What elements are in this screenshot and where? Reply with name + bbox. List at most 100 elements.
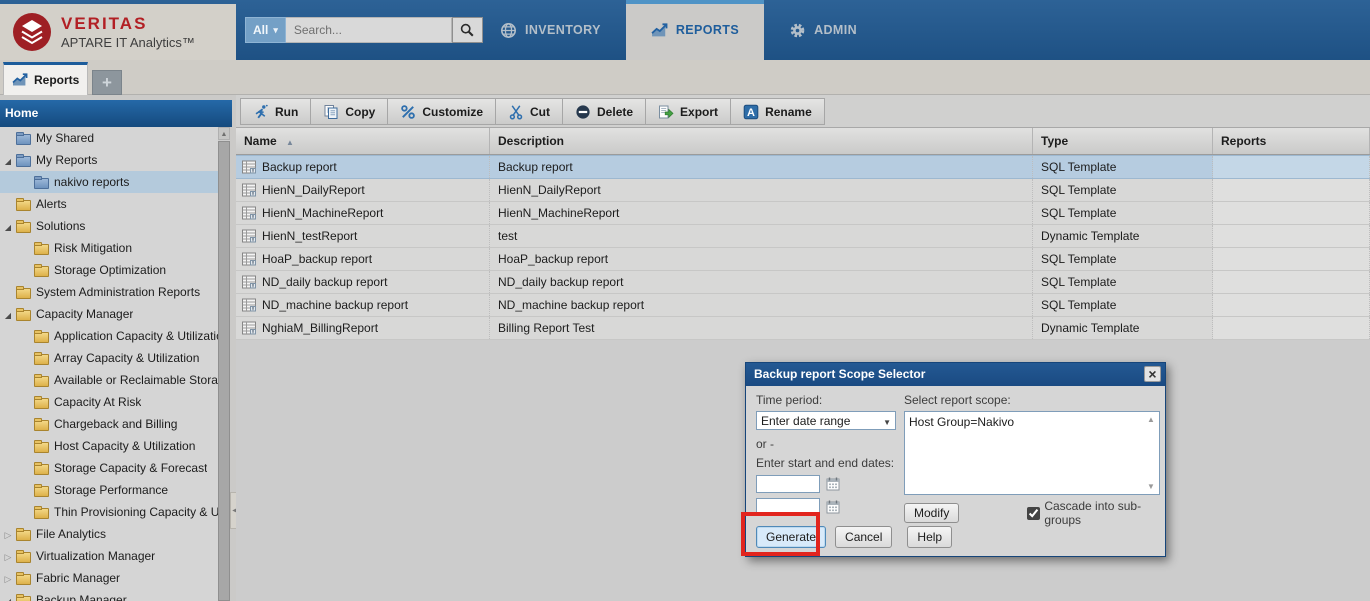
- sidebar-item-alerts[interactable]: Alerts: [0, 193, 218, 215]
- report-toolbar: Run Copy Customize Cut Delete Export Ren…: [236, 95, 1370, 128]
- scroll-up-icon[interactable]: [218, 127, 230, 140]
- sidebar-item-my-reports[interactable]: My Reports: [0, 149, 218, 171]
- cascade-checkbox[interactable]: [1027, 507, 1040, 520]
- folder-icon: [34, 486, 49, 497]
- nav-tab-admin[interactable]: ADMIN: [764, 0, 882, 60]
- expander-icon[interactable]: [2, 549, 14, 563]
- run-button[interactable]: Run: [240, 98, 311, 125]
- tree-item-label: Chargeback and Billing: [54, 417, 177, 431]
- sidebar-item-system-administration-reports[interactable]: System Administration Reports: [0, 281, 218, 303]
- sidebar-scrollbar[interactable]: [218, 127, 230, 601]
- column-header-description[interactable]: Description: [490, 128, 1033, 154]
- table-row-hienn-testreport[interactable]: HienN_testReport test Dynamic Template: [236, 225, 1370, 248]
- calendar-icon[interactable]: [825, 476, 841, 492]
- sidebar-item-virtualization-manager[interactable]: Virtualization Manager: [0, 545, 218, 567]
- table-row-hienn-dailyreport[interactable]: HienN_DailyReport HienN_DailyReport SQL …: [236, 179, 1370, 202]
- sidebar-item-storage-performance[interactable]: Storage Performance: [0, 479, 218, 501]
- table-row-hoap-backup-report[interactable]: HoaP_backup report HoaP_backup report SQ…: [236, 248, 1370, 271]
- tree-item-label: Virtualization Manager: [36, 549, 155, 563]
- column-header-reports[interactable]: Reports: [1213, 128, 1370, 154]
- expander-icon[interactable]: [2, 527, 14, 541]
- delete-icon: [575, 104, 591, 120]
- search-input[interactable]: [286, 17, 452, 43]
- start-date-input[interactable]: [756, 475, 820, 493]
- row-name: NghiaM_BillingReport: [262, 321, 378, 335]
- help-button[interactable]: Help: [907, 526, 952, 548]
- calendar-icon[interactable]: [825, 499, 841, 515]
- nav-tab-reports[interactable]: REPORTS: [626, 0, 764, 60]
- column-header-type[interactable]: Type: [1033, 128, 1213, 154]
- toolbar-label: Run: [275, 105, 298, 119]
- expander-icon[interactable]: [2, 571, 14, 585]
- cancel-button[interactable]: Cancel: [835, 526, 892, 548]
- tree-item-label: Solutions: [36, 219, 85, 233]
- sidebar-item-capacity-manager[interactable]: Capacity Manager: [0, 303, 218, 325]
- cut-button[interactable]: Cut: [496, 98, 563, 125]
- sidebar-item-fabric-manager[interactable]: Fabric Manager: [0, 567, 218, 589]
- tree-item-label: System Administration Reports: [36, 285, 200, 299]
- expander-icon[interactable]: [2, 219, 14, 233]
- sidebar-header-home[interactable]: Home: [0, 100, 232, 127]
- sidebar-item-available-or-reclaimable-storage[interactable]: Available or Reclaimable Storage: [0, 369, 218, 391]
- sidebar-item-my-shared[interactable]: My Shared: [0, 127, 218, 149]
- sidebar-item-solutions[interactable]: Solutions: [0, 215, 218, 237]
- expander-icon[interactable]: [2, 153, 14, 167]
- search-filter-dropdown[interactable]: All: [245, 17, 286, 43]
- folder-icon: [34, 420, 49, 431]
- dates-label: Enter start and end dates:: [756, 456, 902, 470]
- chart-icon: [651, 22, 668, 39]
- nav-tab-inventory[interactable]: INVENTORY: [475, 0, 626, 60]
- delete-button[interactable]: Delete: [563, 98, 646, 125]
- sidebar-item-nakivo-reports[interactable]: nakivo reports: [0, 171, 218, 193]
- column-header-name[interactable]: Name: [236, 128, 490, 154]
- modify-button[interactable]: Modify: [904, 503, 959, 523]
- tree-item-label: My Shared: [36, 131, 94, 145]
- table-row-hienn-machinereport[interactable]: HienN_MachineReport HienN_MachineReport …: [236, 202, 1370, 225]
- rename-button[interactable]: Rename: [731, 98, 825, 125]
- row-description: Billing Report Test: [490, 317, 1033, 339]
- close-icon[interactable]: [1144, 366, 1161, 382]
- generate-button[interactable]: Generate: [756, 526, 826, 548]
- table-row-nd-daily-backup-report[interactable]: ND_daily backup report ND_daily backup r…: [236, 271, 1370, 294]
- row-description: Backup report: [490, 156, 1033, 178]
- sidebar-item-array-capacity-utilization[interactable]: Array Capacity & Utilization: [0, 347, 218, 369]
- customize-button[interactable]: Customize: [388, 98, 496, 125]
- sidebar: Home My Shared My Reports nakivo reports…: [0, 95, 232, 601]
- scrollbar-thumb[interactable]: [218, 141, 230, 601]
- scope-value: Host Group=Nakivo: [909, 415, 1014, 429]
- scroll-down-icon[interactable]: [1145, 482, 1157, 491]
- sidebar-item-capacity-at-risk[interactable]: Capacity At Risk: [0, 391, 218, 413]
- table-row-backup-report[interactable]: Backup report Backup report SQL Template: [236, 155, 1370, 179]
- sidebar-item-file-analytics[interactable]: File Analytics: [0, 523, 218, 545]
- copy-button[interactable]: Copy: [311, 98, 388, 125]
- sidebar-item-chargeback-and-billing[interactable]: Chargeback and Billing: [0, 413, 218, 435]
- export-button[interactable]: Export: [646, 98, 731, 125]
- sidebar-item-application-capacity-utilization[interactable]: Application Capacity & Utilization: [0, 325, 218, 347]
- row-name: ND_daily backup report: [262, 275, 387, 289]
- folder-icon: [34, 332, 49, 343]
- table-row-nghiam-billingreport[interactable]: NghiaM_BillingReport Billing Report Test…: [236, 317, 1370, 340]
- report-scope-listbox[interactable]: Host Group=Nakivo: [904, 411, 1160, 495]
- dialog-body: Time period: Enter date range or - Enter…: [746, 386, 1165, 556]
- globe-icon: [500, 22, 517, 39]
- copy-icon: [323, 104, 339, 120]
- time-period-select[interactable]: Enter date range: [756, 411, 896, 430]
- row-reports: [1213, 271, 1370, 293]
- row-type: SQL Template: [1033, 156, 1213, 178]
- scroll-up-icon[interactable]: [1145, 415, 1157, 424]
- sidebar-item-backup-manager[interactable]: Backup Manager: [0, 589, 218, 601]
- folder-icon: [16, 552, 31, 563]
- end-date-input[interactable]: [756, 498, 820, 516]
- sidebar-item-host-capacity-utilization[interactable]: Host Capacity & Utilization: [0, 435, 218, 457]
- sidebar-item-thin-provisioning-capacity-utiliza[interactable]: Thin Provisioning Capacity & Utiliza: [0, 501, 218, 523]
- sidebar-item-storage-capacity-forecast[interactable]: Storage Capacity & Forecast: [0, 457, 218, 479]
- folder-icon: [34, 508, 49, 519]
- tree-item-label: Storage Optimization: [54, 263, 166, 277]
- expander-icon[interactable]: [2, 593, 14, 601]
- add-tab-button[interactable]: +: [92, 70, 122, 95]
- tab-reports[interactable]: Reports: [3, 62, 88, 95]
- table-row-nd-machine-backup-report[interactable]: ND_machine backup report ND_machine back…: [236, 294, 1370, 317]
- sidebar-item-risk-mitigation[interactable]: Risk Mitigation: [0, 237, 218, 259]
- sidebar-item-storage-optimization[interactable]: Storage Optimization: [0, 259, 218, 281]
- expander-icon[interactable]: [2, 307, 14, 321]
